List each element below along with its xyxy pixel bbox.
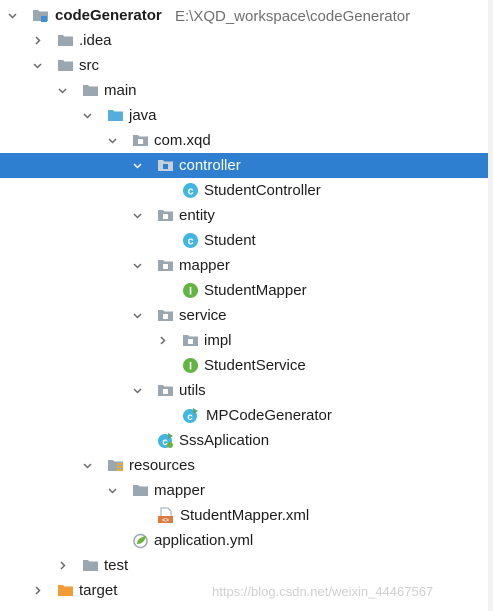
chevron-down-icon[interactable] [133,211,142,220]
svg-text:I: I [189,286,192,298]
tree-label: StudentService [204,357,306,374]
project-tree: codeGenerator E:\XQD_workspace\codeGener… [0,0,488,611]
tree-label: StudentMapper.xml [180,507,310,524]
tree-row-package[interactable]: com.xqd [0,128,488,153]
tree-label: StudentController [204,182,321,199]
tree-row-application-yml[interactable]: application.yml [0,528,488,553]
tree-row-idea[interactable]: .idea [0,28,488,53]
chevron-down-icon[interactable] [108,136,117,145]
tree-label: .idea [79,32,112,49]
tree-row-test[interactable]: test [0,553,488,578]
tree-label: test [104,557,129,574]
project-path: E:\XQD_workspace\codeGenerator [175,8,411,25]
package-icon [157,207,174,224]
package-icon [157,382,174,399]
tree-label: mapper [179,257,230,274]
tree-label: com.xqd [154,132,211,149]
tree-label: Student [204,232,256,249]
folder-icon [57,32,74,49]
chevron-down-icon[interactable] [133,261,142,270]
tree-label: target [79,582,118,599]
package-icon [132,132,149,149]
tree-row-sss-aplication[interactable]: c SssAplication [0,428,488,453]
chevron-right-icon[interactable] [158,336,167,345]
xml-file-icon: <> [157,507,174,524]
folder-icon [57,57,74,74]
package-icon [157,307,174,324]
tree-row-controller[interactable]: controller [0,153,488,178]
tree-label: StudentMapper [204,282,307,299]
tree-label: src [79,57,99,74]
tree-label: resources [129,457,195,474]
tree-label: SssAplication [179,432,270,449]
folder-icon [82,82,99,99]
chevron-right-icon[interactable] [33,586,42,595]
tree-label: java [129,107,157,124]
resource-folder-icon [107,457,124,474]
chevron-down-icon[interactable] [133,311,142,320]
chevron-down-icon[interactable] [83,461,92,470]
folder-icon [132,482,149,499]
svg-text:c: c [187,412,193,423]
java-interface-icon: I [182,282,199,299]
spring-boot-class-icon: c [157,432,174,449]
tree-label: controller [179,157,241,174]
watermark: https://blog.csdn.net/weixin_44467567 [212,584,434,599]
tree-row-project-root[interactable]: codeGenerator E:\XQD_workspace\codeGener… [0,3,488,28]
chevron-down-icon[interactable] [8,11,17,20]
tree-row-java[interactable]: java [0,103,488,128]
tree-row-resources-mapper[interactable]: mapper [0,478,488,503]
package-icon [157,257,174,274]
tree-row-utils[interactable]: utils [0,378,488,403]
svg-text:c: c [187,236,193,248]
folder-icon [82,557,99,574]
tree-label: entity [179,207,215,224]
tree-row-resources[interactable]: resources [0,453,488,478]
tree-row-student-controller[interactable]: c StudentController [0,178,488,203]
chevron-down-icon[interactable] [83,111,92,120]
tree-row-entity[interactable]: entity [0,203,488,228]
chevron-down-icon[interactable] [33,61,42,70]
tree-row-mp-code-generator[interactable]: c MPCodeGenerator [0,403,488,428]
package-icon [182,332,199,349]
tree-label: service [179,307,227,324]
chevron-down-icon[interactable] [133,386,142,395]
tree-label: impl [204,332,232,349]
svg-text:I: I [189,361,192,373]
tree-row-student[interactable]: c Student [0,228,488,253]
tree-row-src[interactable]: src [0,53,488,78]
java-class-icon: c [182,182,199,199]
svg-text:c: c [187,186,193,198]
vertical-scrollbar[interactable] [488,0,493,611]
tree-label: application.yml [154,532,254,549]
tree-row-mapper[interactable]: mapper [0,253,488,278]
project-name: codeGenerator [55,7,162,24]
spring-config-icon [132,532,149,549]
module-folder-icon [32,7,49,24]
java-interface-icon: I [182,357,199,374]
package-icon [157,157,174,174]
chevron-down-icon[interactable] [133,161,142,170]
tree-label: mapper [154,482,205,499]
excluded-folder-icon [57,582,74,599]
tree-row-student-mapper-xml[interactable]: <> StudentMapper.xml [0,503,488,528]
source-folder-icon [107,107,124,124]
runnable-class-icon: c [182,407,199,424]
svg-text:c: c [162,437,168,448]
java-class-icon: c [182,232,199,249]
svg-text:<>: <> [162,518,170,524]
chevron-down-icon[interactable] [108,486,117,495]
tree-row-student-mapper[interactable]: I StudentMapper [0,278,488,303]
tree-label: main [104,82,137,99]
chevron-right-icon[interactable] [58,561,67,570]
chevron-right-icon[interactable] [33,36,42,45]
tree-label: utils [179,382,206,399]
chevron-down-icon[interactable] [58,86,67,95]
tree-label: MPCodeGenerator [206,407,332,424]
tree-row-main[interactable]: main [0,78,488,103]
tree-row-student-service[interactable]: I StudentService [0,353,488,378]
tree-row-service[interactable]: service [0,303,488,328]
tree-row-impl[interactable]: impl [0,328,488,353]
